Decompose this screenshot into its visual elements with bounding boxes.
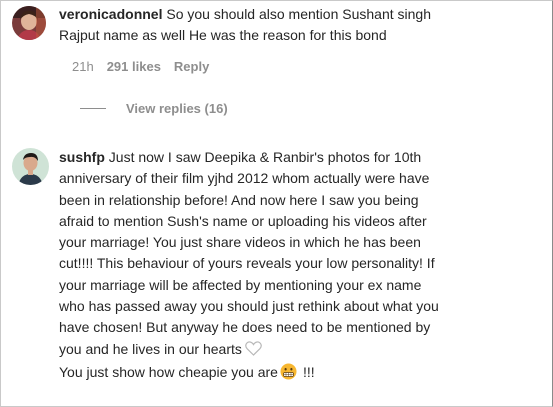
comment-text-last-line: You just show how cheapie you are [59,363,278,380]
comment-meta: 21h 291 likes Reply [72,59,209,74]
avatar[interactable] [12,6,46,40]
grimacing-face-emoji-icon [280,363,297,386]
avatar[interactable] [12,148,49,185]
comment-body: veronicadonnel So you should also mentio… [59,4,549,47]
reply-button[interactable]: Reply [174,59,209,74]
view-replies-button[interactable]: View replies (16) [80,101,228,116]
comment-timestamp[interactable]: 21h [72,59,94,74]
divider-line [80,108,106,109]
comment-likes[interactable]: 291 likes [107,59,161,74]
comment-username[interactable]: veronicadonnel [59,6,162,22]
comment-username[interactable]: sushfp [59,149,105,165]
avatar-image [12,6,46,40]
view-replies-label: View replies (16) [126,101,228,116]
comments-panel: veronicadonnel So you should also mentio… [0,0,553,407]
comment-body: sushfp Just now I saw Deepika & Ranbir's… [59,147,551,386]
comment-text: Just now I saw Deepika & Ranbir's photos… [59,149,439,357]
heart-icon [245,341,262,362]
avatar-image [12,148,49,185]
comment-text-suffix: !!! [302,363,315,380]
